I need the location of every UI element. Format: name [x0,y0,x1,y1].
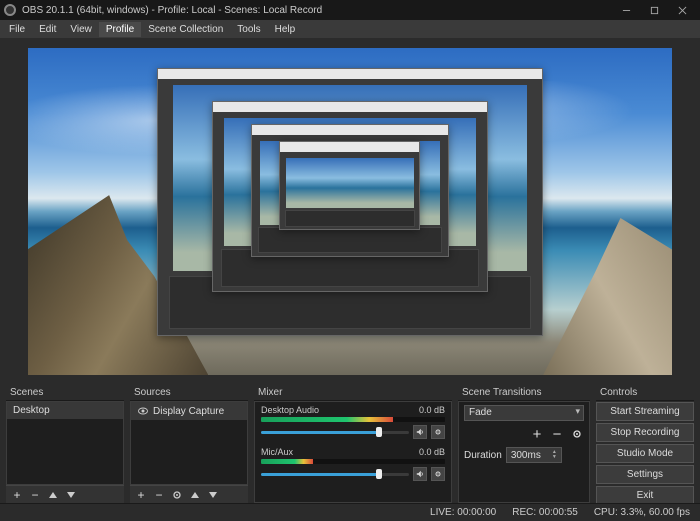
scene-down-button[interactable] [64,488,78,502]
mixer-header: Mixer [254,385,452,401]
add-scene-button[interactable]: + [10,488,24,502]
app-icon [4,4,16,16]
menu-profile[interactable]: Profile [99,22,141,37]
menu-edit[interactable]: Edit [32,22,63,37]
source-properties-button[interactable] [170,488,184,502]
menu-help[interactable]: Help [268,22,303,37]
add-transition-button[interactable]: + [530,427,544,441]
transition-select[interactable]: Fade [464,405,584,421]
menubar: File Edit View Profile Scene Collection … [0,20,700,38]
mute-button[interactable] [413,467,427,481]
status-rec: REC: 00:00:55 [512,507,578,518]
sources-toolbar: + − [130,485,248,503]
minimize-button[interactable] [612,0,640,20]
volume-slider[interactable] [261,469,409,479]
source-item[interactable]: Display Capture [131,402,247,420]
scene-item[interactable]: Desktop [7,402,123,419]
mixer-body: Desktop Audio 0.0 dB Mic/Aux 0.0 dB [254,401,452,503]
start-streaming-button[interactable]: Start Streaming [596,402,694,421]
sources-dock: Sources Display Capture + − [130,385,248,503]
scenes-toolbar: + − [6,485,124,503]
scenes-header: Scenes [6,385,124,401]
audio-meter [261,459,445,464]
status-live: LIVE: 00:00:00 [430,507,496,518]
channel-settings-button[interactable] [431,467,445,481]
transition-properties-button[interactable] [570,427,584,441]
audio-meter [261,417,445,422]
close-button[interactable] [668,0,696,20]
stop-recording-button[interactable]: Stop Recording [596,423,694,442]
controls-header: Controls [596,385,694,401]
maximize-button[interactable] [640,0,668,20]
source-down-button[interactable] [206,488,220,502]
scene-up-button[interactable] [46,488,60,502]
mixer-channel: Desktop Audio 0.0 dB [255,402,451,444]
sources-header: Sources [130,385,248,401]
scenes-list[interactable]: Desktop [6,401,124,485]
mixer-dock: Mixer Desktop Audio 0.0 dB Mic/Aux 0.0 d… [254,385,452,503]
menu-tools[interactable]: Tools [230,22,267,37]
exit-button[interactable]: Exit [596,486,694,503]
transitions-dock: Scene Transitions Fade + − Duration 300m… [458,385,590,503]
channel-name: Desktop Audio [261,405,319,415]
volume-slider[interactable] [261,427,409,437]
remove-scene-button[interactable]: − [28,488,42,502]
titlebar: OBS 20.1.1 (64bit, windows) - Profile: L… [0,0,700,20]
duration-input[interactable]: 300ms ▲▼ [506,447,562,463]
settings-button[interactable]: Settings [596,465,694,484]
statusbar: LIVE: 00:00:00 REC: 00:00:55 CPU: 3.3%, … [0,503,700,521]
remove-source-button[interactable]: − [152,488,166,502]
remove-transition-button[interactable]: − [550,427,564,441]
duration-label: Duration [464,450,502,461]
transitions-header: Scene Transitions [458,385,590,401]
preview-canvas[interactable] [28,48,672,375]
controls-dock: Controls Start Streaming Stop Recording … [596,385,694,503]
mute-button[interactable] [413,425,427,439]
nested-window [157,68,543,336]
menu-file[interactable]: File [2,22,32,37]
visibility-icon[interactable] [137,405,149,417]
scenes-dock: Scenes Desktop + − [6,385,124,503]
source-label: Display Capture [153,406,224,417]
channel-settings-button[interactable] [431,425,445,439]
channel-level: 0.0 dB [419,405,445,415]
source-up-button[interactable] [188,488,202,502]
menu-view[interactable]: View [63,22,99,37]
menu-scene-collection[interactable]: Scene Collection [141,22,230,37]
sources-list[interactable]: Display Capture [130,401,248,485]
transitions-body: Fade + − Duration 300ms ▲▼ [458,401,590,503]
mixer-channel: Mic/Aux 0.0 dB [255,444,451,486]
preview-area [0,38,700,385]
status-cpu: CPU: 3.3%, 60.00 fps [594,507,690,518]
window-title: OBS 20.1.1 (64bit, windows) - Profile: L… [22,5,322,16]
add-source-button[interactable]: + [134,488,148,502]
channel-name: Mic/Aux [261,447,293,457]
docks: Scenes Desktop + − Sources Display Captu… [0,385,700,503]
channel-level: 0.0 dB [419,447,445,457]
studio-mode-button[interactable]: Studio Mode [596,444,694,463]
